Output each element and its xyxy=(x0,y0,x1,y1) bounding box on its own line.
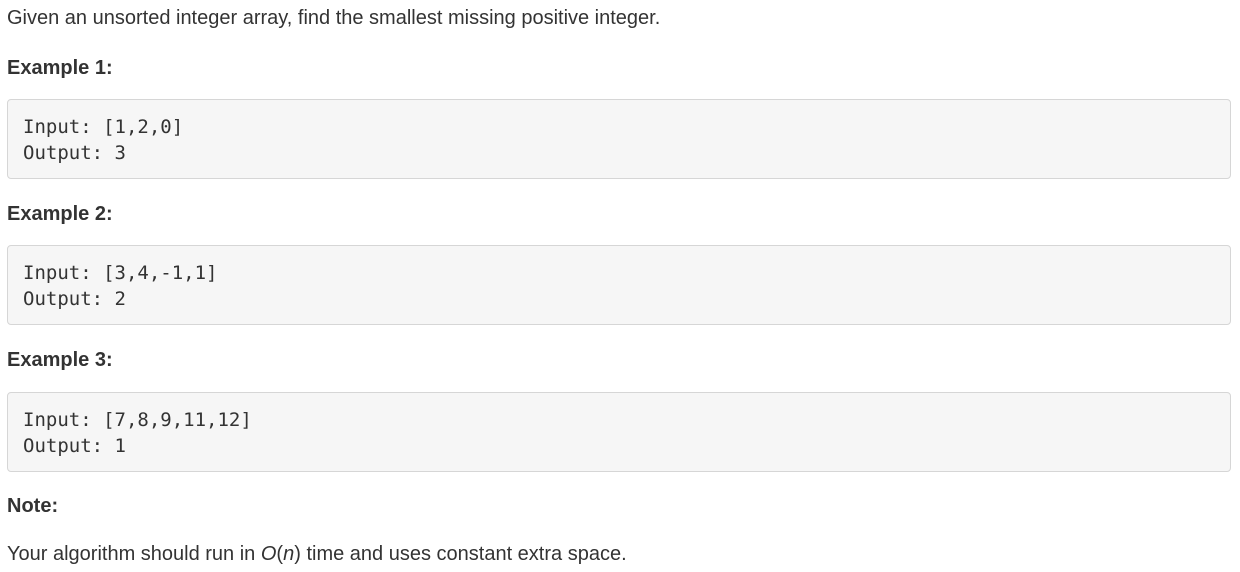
example-1-heading: Example 1: xyxy=(7,57,113,79)
example-3-code-block: Input: [7,8,9,11,12] Output: 1 xyxy=(7,392,1231,472)
note-text-after: time and uses constant extra space. xyxy=(300,543,627,565)
example-3-output: Output: 1 xyxy=(23,435,126,457)
example-1-input: Input: [1,2,0] xyxy=(23,116,184,138)
example-3-input: Input: [7,8,9,11,12] xyxy=(23,409,252,431)
note-big-o: O xyxy=(260,543,277,565)
example-2-output: Output: 2 xyxy=(23,288,126,310)
note-heading: Note: xyxy=(7,495,59,517)
example-1-output: Output: 3 xyxy=(23,142,126,164)
note-text-before: Your algorithm should run in xyxy=(7,543,261,565)
example-2-input: Input: [3,4,-1,1] xyxy=(23,262,218,284)
example-3-heading: Example 3: xyxy=(7,349,113,371)
note-n: n xyxy=(283,543,295,565)
example-2-heading: Example 2: xyxy=(7,203,113,225)
problem-intro: Given an unsorted integer array, find th… xyxy=(7,7,661,29)
note-text: Your algorithm should run in O(n) time a… xyxy=(7,542,627,566)
example-1-code-block: Input: [1,2,0] Output: 3 xyxy=(7,99,1231,179)
note-close-paren: ) xyxy=(294,543,301,565)
example-2-code-block: Input: [3,4,-1,1] Output: 2 xyxy=(7,245,1231,325)
